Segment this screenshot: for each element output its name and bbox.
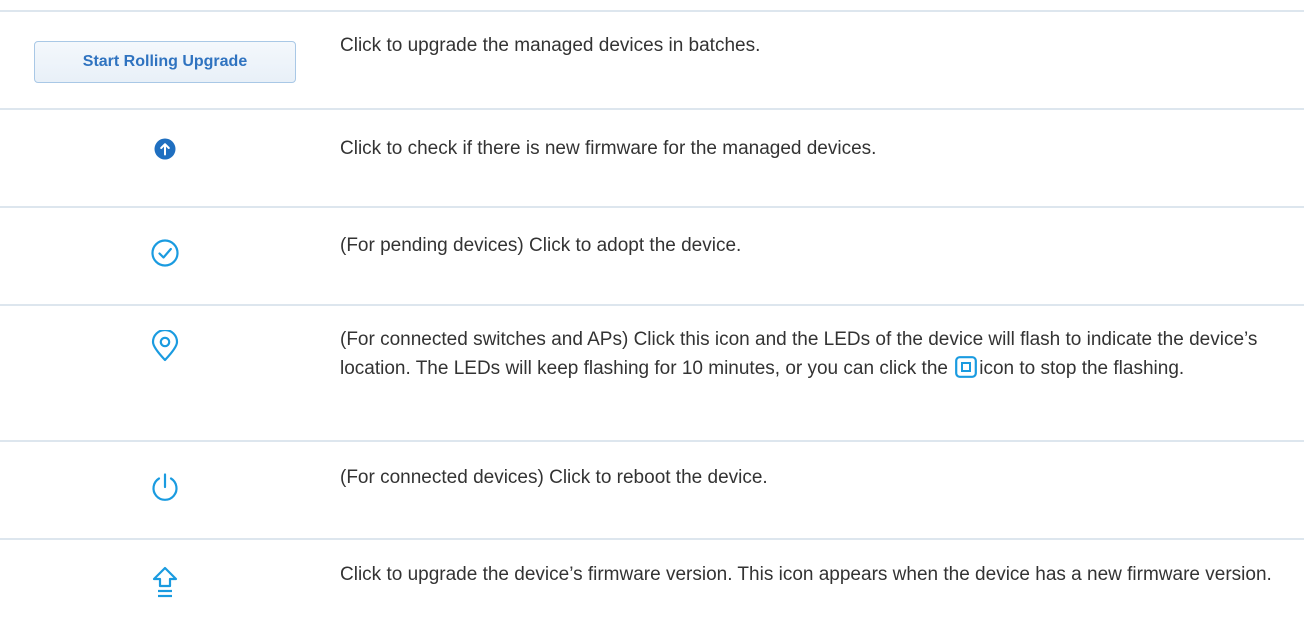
row-description: Click to check if there is new firmware … xyxy=(340,138,877,159)
row-description: Click to upgrade the device’s firmware v… xyxy=(340,564,1272,585)
icon-cell xyxy=(0,472,330,502)
row-description: (For connected switches and APs) Click t… xyxy=(340,325,1290,383)
icon-cell xyxy=(0,138,330,160)
firmware-upgrade-icon[interactable] xyxy=(152,566,178,598)
icon-cell: Start Rolling Upgrade xyxy=(0,41,330,83)
row-description: (For connected devices) Click to reboot … xyxy=(340,467,768,488)
table-row: Start Rolling Upgrade Click to upgrade t… xyxy=(0,12,1304,108)
reboot-icon[interactable] xyxy=(150,472,180,502)
table-row: (For pending devices) Click to adopt the… xyxy=(0,208,1304,304)
row-description: Click to upgrade the managed devices in … xyxy=(340,35,761,56)
table-row: (For connected switches and APs) Click t… xyxy=(0,306,1304,440)
icon-description-table: Start Rolling Upgrade Click to upgrade t… xyxy=(0,0,1304,630)
start-rolling-upgrade-button[interactable]: Start Rolling Upgrade xyxy=(34,41,296,83)
stop-icon xyxy=(955,356,978,378)
icon-cell xyxy=(0,238,330,268)
table-row: (For connected devices) Click to reboot … xyxy=(0,442,1304,538)
table-row: Click to upgrade the device’s firmware v… xyxy=(0,540,1304,630)
icon-cell xyxy=(0,566,330,598)
table-row: Click to check if there is new firmware … xyxy=(0,110,1304,206)
icon-cell xyxy=(0,328,330,362)
locate-icon[interactable] xyxy=(150,328,180,362)
upgrade-check-icon[interactable] xyxy=(154,138,176,160)
description-text: icon to stop the flashing. xyxy=(979,358,1185,379)
row-description: (For pending devices) Click to adopt the… xyxy=(340,235,742,256)
adopt-check-icon[interactable] xyxy=(150,238,180,268)
